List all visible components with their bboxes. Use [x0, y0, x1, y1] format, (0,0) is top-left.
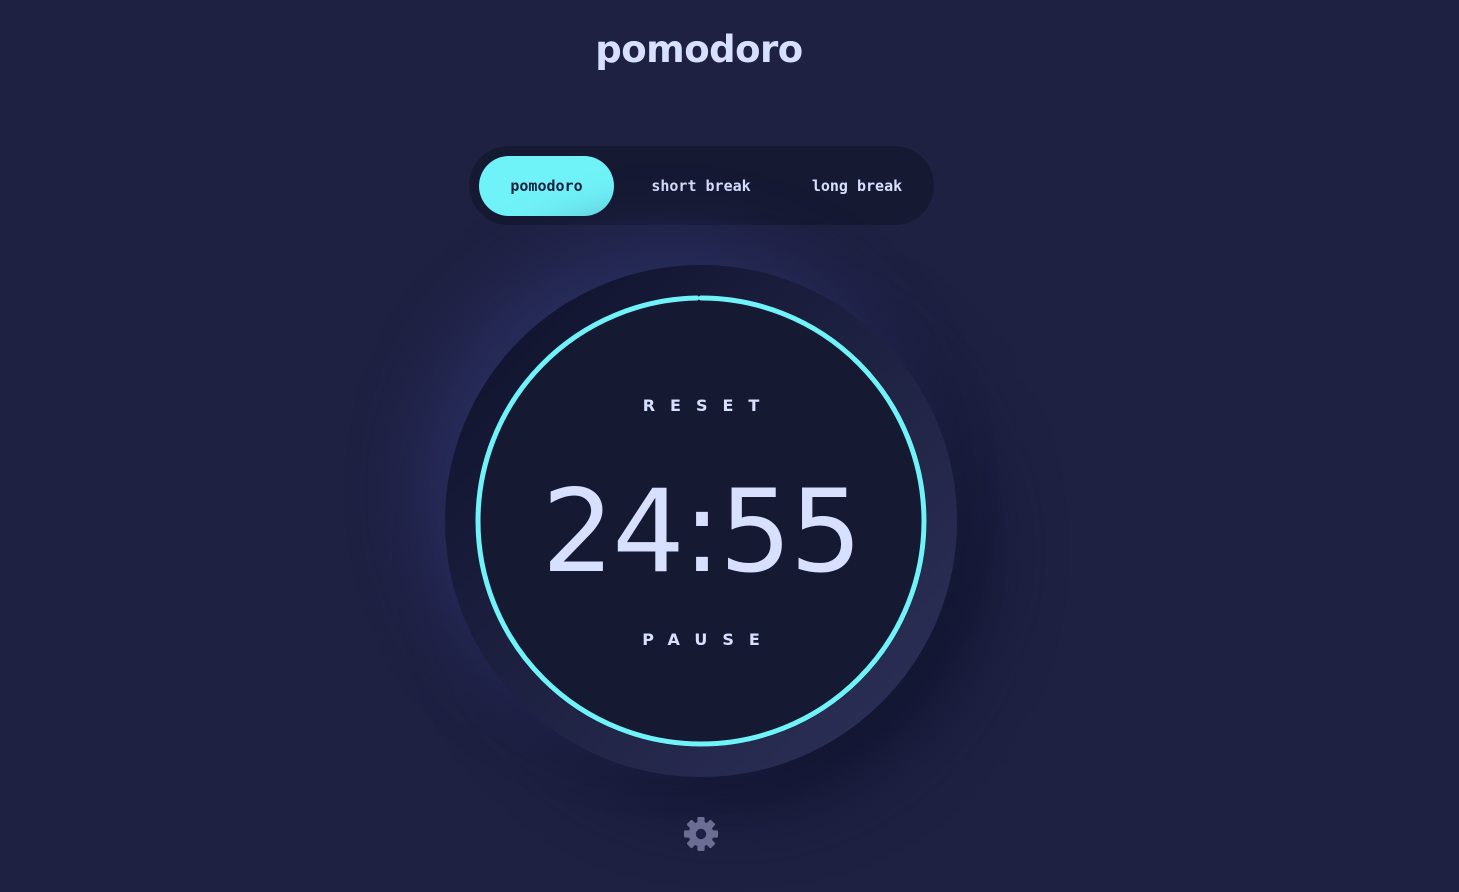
app-title: pomodoro [595, 28, 803, 71]
time-remaining: 24:55 [541, 465, 863, 598]
mode-switcher: pomodoro short break long break [469, 146, 934, 225]
tab-short-break[interactable]: short break [631, 156, 771, 216]
tab-long-break[interactable]: long break [789, 156, 925, 216]
reset-button[interactable]: RESET [475, 396, 927, 415]
settings-button[interactable] [683, 816, 719, 852]
timer-dial: RESET 24:55 PAUSE [445, 265, 957, 777]
timer-face: RESET 24:55 PAUSE [475, 295, 927, 747]
tab-pomodoro[interactable]: pomodoro [479, 156, 614, 216]
pause-button[interactable]: PAUSE [475, 630, 927, 649]
gear-icon [684, 817, 718, 851]
